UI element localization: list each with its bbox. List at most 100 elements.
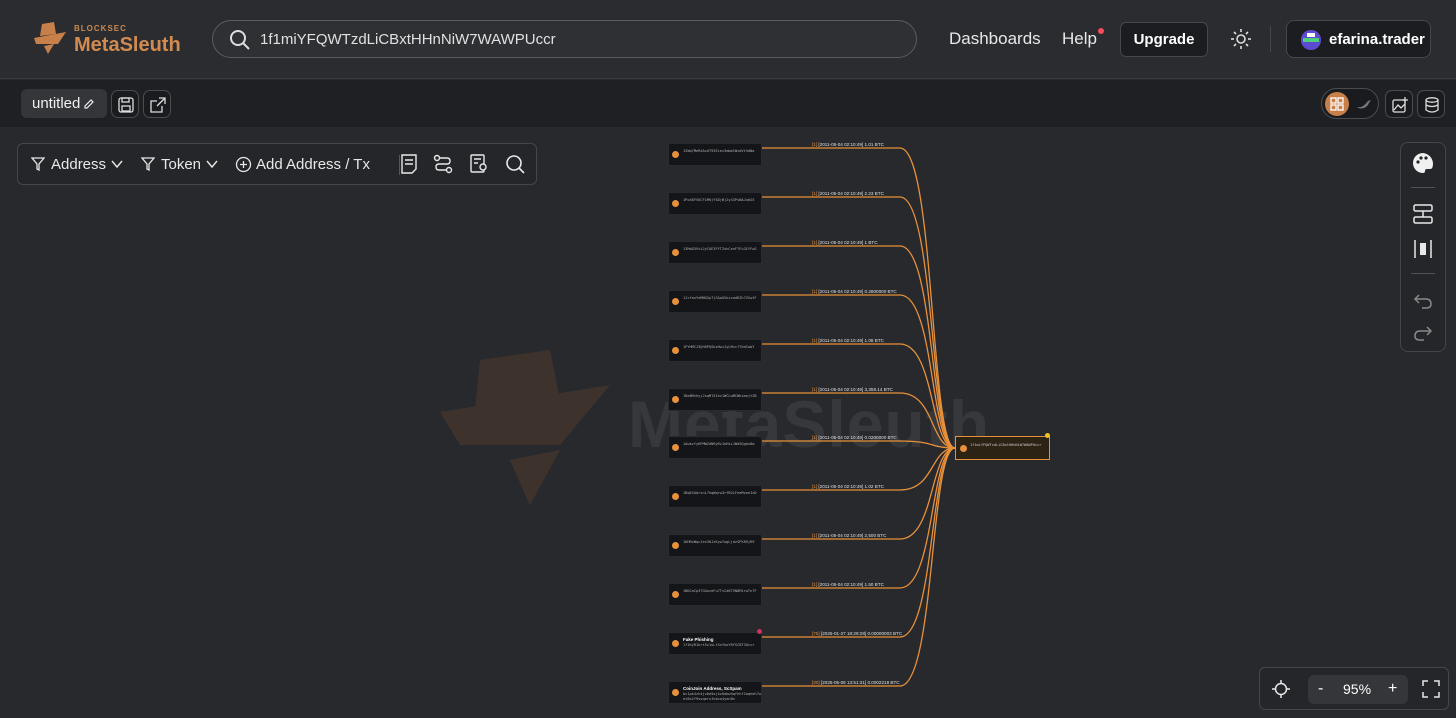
zoom-in-button[interactable]: + [1388, 680, 1397, 698]
source-address: 1PYHMCJ3QhRPQSksHwiJyLMccfTddCwbY [683, 345, 755, 349]
target-address: 1f1miYFQWTzdLiCBxtHHnNiW7WAWPUccr [970, 443, 1042, 447]
btc-icon [672, 347, 679, 354]
chevron-down-icon [206, 160, 218, 169]
source-address-node[interactable]: 1KHRxWqcJes3KJzKyw7wgLjdzSPX89jR9 [668, 534, 762, 557]
edge-label[interactable]: [1] [2011-05-04 02:10:49] 1.08 BTC [812, 338, 884, 343]
align-vertical-icon[interactable] [1412, 203, 1434, 225]
edge-amount: [2011-05-04 02:10:49] 1 BTC [818, 240, 878, 245]
edge-amount: [2011-05-04 02:10:49] 1.01 BTC [818, 142, 884, 147]
redo-icon[interactable] [1412, 321, 1434, 343]
edge-label[interactable]: [1] [2011-05-04 02:10:49] 1 BTC [812, 240, 878, 245]
edge-amount: [2011-05-04 02:10:49] 1.02 BTC [818, 484, 884, 489]
undo-icon[interactable] [1412, 289, 1434, 311]
zoom-level: 95% [1343, 681, 1372, 697]
search-input[interactable]: 1f1miYFQWTzdLiCBxtHHnNiW7WAWPUccr [212, 20, 917, 58]
source-address-node[interactable]: 1PYHMCJ3QhRPQSksHwiJyLMccfTddCwbY [668, 339, 762, 362]
palette-icon[interactable] [1412, 152, 1434, 174]
share-button[interactable] [143, 90, 171, 118]
notes-icon[interactable] [400, 154, 418, 174]
edge-amount: [2011-05-04 02:10:49] 1.50 BTC [818, 582, 884, 587]
edge-label[interactable]: [1] [2011-05-04 02:10:49] 2,500 BTC [812, 533, 887, 538]
user-name: efarina.trader [1329, 31, 1425, 48]
source-address-node[interactable]: 1JcfanYeMNGGpTjSAaGVkzzodRZh7VSwtF [668, 290, 762, 313]
add-image-button[interactable] [1385, 90, 1413, 118]
edge-amount: [2011-05-04 02:10:49] 0.0200000 BTC [818, 435, 897, 440]
source-address-node[interactable]: 1PoX6FVUCFLMKjYSDjBj2yX3PsNAJxbS5 [668, 192, 762, 215]
distribute-horizontal-icon[interactable] [1412, 238, 1434, 260]
plus-circle-icon [235, 156, 252, 173]
address-filter[interactable]: Address [51, 156, 106, 173]
source-address-node[interactable]: CoinJoin Address, ScSpam bc1pk4zh4jvbe5oj… [668, 681, 762, 704]
edge-label[interactable]: [1] [2011-05-04 02:10:49] 0.2800000 BTC [812, 289, 897, 294]
user-menu[interactable]: efarina.trader [1286, 20, 1431, 58]
zoom-controls: - 95% + [1259, 667, 1449, 710]
source-address-node[interactable]: 1AwkzfyHFMWZdN9yRz1kHsLJWd5Qgbx8m [668, 436, 762, 459]
edge-label[interactable]: [1] [2011-05-04 02:10:49] 1.50 BTC [812, 582, 884, 587]
panel-divider [1411, 273, 1435, 274]
edge-count: [75] [812, 631, 821, 636]
search-value: 1f1miYFQWTzdLiCBxtHHnNiW7WAWPUccr [260, 31, 556, 48]
edge-label[interactable]: [75] [2025-01-27 18:29:28] 0.00000003 BT… [812, 631, 902, 636]
address-label: CoinJoin Address, ScSpam [683, 686, 742, 691]
zoom-out-button[interactable]: - [1318, 680, 1323, 698]
source-address-node[interactable]: 1BqEXAArsnL7hqWqrw3rfB2LFeeMzeeIxD [668, 485, 762, 508]
btc-icon [672, 640, 679, 647]
add-address-tx-button[interactable]: Add Address / Tx [256, 156, 370, 173]
brand-name: MetaSleuth [74, 34, 181, 56]
btc-icon [672, 200, 679, 207]
btc-icon [672, 151, 679, 158]
edge-label[interactable]: [1] [2011-05-04 02:10:49] 1.01 BTC [812, 142, 884, 147]
source-address-node[interactable]: 1Be8MvhyjJsqMT4Iev1WCLwMCWkimejtZB [668, 388, 762, 411]
edge-amount: [2011-05-04 02:10:49] 0.2800000 BTC [818, 289, 897, 294]
sun-icon[interactable] [1230, 28, 1252, 50]
pencil-icon[interactable] [83, 98, 95, 110]
graph-name: untitled [32, 95, 81, 112]
source-address: 1BDCaCp37GUozeFu7TvCd6T5N8M1rwTn7F [683, 589, 757, 593]
source-address: bc1pk4zh4jvbe5ojkz6abwhqfhhf2aqheh7wet8s… [683, 692, 761, 701]
target-address-node[interactable]: 1f1miYFQWTzdLiCBxtHHnNiW7WAWPUccr [955, 436, 1050, 460]
btc-icon [672, 396, 679, 403]
btc-icon [960, 445, 967, 452]
source-address-node[interactable]: 1BDCaCp37GUozeFu7TvCd6T5N8M1rwTn7F [668, 583, 762, 606]
nav-dashboards[interactable]: Dashboards [949, 29, 1041, 49]
source-address: 13MoD3VtiJyCUE3FYTZxhCenF7Fu3IfFwS [683, 247, 757, 251]
btc-icon [672, 298, 679, 305]
risk-tag-dot [757, 629, 762, 634]
edge-amount: [2011-05-04 02:10:49] 2,500 BTC [818, 533, 887, 538]
graph-name-tab[interactable]: untitled [21, 89, 107, 118]
chain-mode-toggle[interactable] [1321, 88, 1379, 119]
database-button[interactable] [1417, 90, 1445, 118]
source-address: 1KHRxWqcJes3KJzKyw7wgLjdzSPX89jR9 [683, 540, 755, 544]
btc-icon [672, 591, 679, 598]
metasleuth-logo[interactable]: BLOCKSEC MetaSleuth [30, 20, 190, 60]
edge-label[interactable]: [30] [2025-05-08 13:51:31] 0.0002218 BTC [812, 680, 900, 685]
address-label: Fake Phishing [683, 637, 714, 642]
address-book-icon[interactable] [469, 154, 489, 174]
save-button[interactable] [111, 90, 139, 118]
edge-label[interactable]: [1] [2011-05-04 02:10:49] 2.23 BTC [812, 191, 884, 196]
source-address-node[interactable]: 12Wq7MeR4AxdT93Eiev3mbmCWvdVt3dNa [668, 143, 762, 166]
source-address-node[interactable]: Fake Phishing 1f1KyR1krt5x1uLfXxYkoYRfSCB… [668, 632, 762, 655]
target-badge [1045, 433, 1050, 438]
zoom-stepper: - 95% + [1308, 675, 1408, 704]
fullscreen-icon[interactable] [1422, 680, 1440, 698]
crosshair-icon[interactable] [1272, 680, 1290, 698]
nav-help[interactable]: Help [1062, 29, 1097, 49]
path-finder-icon[interactable] [433, 154, 453, 174]
btc-icon [672, 444, 679, 451]
edge-label[interactable]: [1] [2011-05-04 02:10:49] 1.02 BTC [812, 484, 884, 489]
source-address-node[interactable]: 13MoD3VtiJyCUE3FYTZxhCenF7Fu3IfFwS [668, 241, 762, 264]
edge-amount: [2011-05-04 02:10:49] 2.23 BTC [818, 191, 884, 196]
search-icon[interactable] [505, 154, 525, 174]
edge-label[interactable]: [1] [2011-05-04 02:10:49] 0.0200000 BTC [812, 435, 897, 440]
source-address: 1JcfanYeMNGGpTjSAaGVkzzodRZh7VSwtF [683, 296, 757, 300]
top-bar: BLOCKSEC MetaSleuth 1f1miYFQWTzdLiCBxtHH… [0, 0, 1456, 79]
chevron-down-icon [111, 160, 123, 169]
btc-icon [672, 542, 679, 549]
edge-amount: [2011-05-04 02:10:49] 1.08 BTC [818, 338, 884, 343]
token-filter[interactable]: Token [161, 156, 201, 173]
graph-toolbar: Address Token Add Address / Tx [17, 143, 537, 185]
source-address: 1f1KyR1krt5x1uLfXxYkoYRfSCBT3Uccr [683, 643, 755, 647]
upgrade-button[interactable]: Upgrade [1120, 22, 1208, 57]
edge-label[interactable]: [1] [2011-05-04 02:10:49] 3,358.14 BTC [812, 387, 893, 392]
